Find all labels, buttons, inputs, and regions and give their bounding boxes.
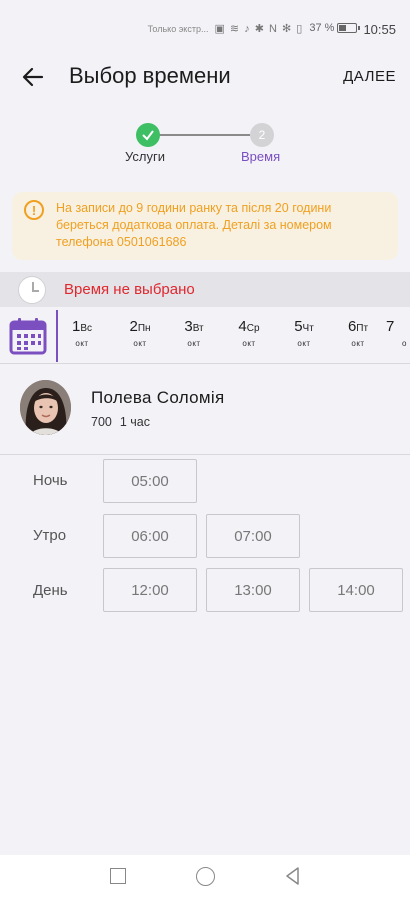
step-1-label: Услуги xyxy=(125,149,165,164)
date-number: 7 xyxy=(386,318,395,335)
avatar xyxy=(20,380,71,435)
master-price: 700 xyxy=(91,415,112,429)
recent-apps-icon[interactable] xyxy=(110,868,126,884)
time-slot[interactable]: 12:00 xyxy=(103,568,197,612)
time-status-bar: Время не выбрано xyxy=(0,272,410,307)
calendar-icon[interactable] xyxy=(8,316,48,356)
nav-back-icon[interactable] xyxy=(283,866,303,886)
step-2-label: Время xyxy=(241,149,281,164)
slot-group-label-morning: Утро xyxy=(33,527,67,544)
clock-time: 10:55 xyxy=(363,22,396,37)
date-month: окт xyxy=(187,339,201,348)
date-item[interactable]: 2Пн окт xyxy=(116,318,164,348)
step-2-circle: 2 xyxy=(250,123,274,147)
master-meta: 700 1 час xyxy=(91,415,150,429)
time-slot[interactable]: 14:00 xyxy=(309,568,403,612)
date-item[interactable]: 4Ср окт xyxy=(225,318,273,348)
date-month: окт xyxy=(133,339,147,348)
date-weekday: Вт xyxy=(192,323,204,334)
date-month: окт xyxy=(75,339,89,348)
clock-icon xyxy=(18,276,46,304)
date-item[interactable]: 1Вс окт xyxy=(58,318,106,348)
date-item[interactable]: 6Пт окт xyxy=(334,318,382,348)
date-weekday: Пн xyxy=(137,323,151,334)
stepper-line xyxy=(158,134,250,136)
date-strip: 1Вс окт 2Пн окт 3Вт окт 4Ср окт 5Чт окт … xyxy=(0,308,410,364)
carrier-text: Только экстр... xyxy=(147,24,209,34)
date-weekday: Пт xyxy=(356,323,369,334)
home-icon[interactable] xyxy=(196,867,215,886)
surcharge-warning: ! На записи до 9 години ранку та після 2… xyxy=(12,192,398,260)
time-status-text: Время не выбрано xyxy=(64,281,195,298)
warning-icon: ! xyxy=(24,200,44,220)
master-card[interactable]: Полева Соломія 700 1 час xyxy=(0,375,410,447)
status-icons: ▣ ≋ ♪ ✱ N ✻ ▯ xyxy=(214,23,304,35)
date-number: 5 xyxy=(294,318,303,335)
time-slot[interactable]: 07:00 xyxy=(206,514,300,558)
battery-indicator: 37 % xyxy=(309,22,361,34)
date-item[interactable]: 5Чт окт xyxy=(280,318,328,348)
date-month: окт xyxy=(297,339,311,348)
date-month: о xyxy=(402,339,407,348)
date-number: 3 xyxy=(184,318,193,335)
step-1-check-icon xyxy=(136,123,160,147)
slot-group-label-day: День xyxy=(33,582,68,599)
back-arrow-icon[interactable] xyxy=(20,64,46,90)
app-header: Выбор времени ДАЛЕЕ xyxy=(0,58,410,98)
date-weekday: Чт xyxy=(302,323,314,334)
battery-percent: 37 % xyxy=(309,22,335,34)
master-duration: 1 час xyxy=(119,415,150,429)
date-month: окт xyxy=(351,339,365,348)
master-name: Полева Соломія xyxy=(91,388,225,407)
warning-text: На записи до 9 години ранку та після 20 … xyxy=(56,201,332,249)
system-nav-bar xyxy=(0,855,410,900)
status-bar: Только экстр... ▣ ≋ ♪ ✱ N ✻ ▯ 37 % 10:55 xyxy=(0,0,410,58)
battery-icon xyxy=(337,23,361,33)
page-title: Выбор времени xyxy=(69,63,231,88)
date-item[interactable]: 7 о xyxy=(386,318,410,348)
time-slot[interactable]: 13:00 xyxy=(206,568,300,612)
time-slot[interactable]: 06:00 xyxy=(103,514,197,558)
next-button[interactable]: ДАЛЕЕ xyxy=(343,68,396,85)
slot-group-label-night: Ночь xyxy=(33,472,68,489)
date-number: 4 xyxy=(238,318,247,335)
date-weekday: Ср xyxy=(246,323,260,334)
date-weekday: Вс xyxy=(80,323,92,334)
divider xyxy=(0,454,410,455)
date-number: 2 xyxy=(129,318,138,335)
date-item[interactable]: 3Вт окт xyxy=(170,318,218,348)
time-slot[interactable]: 05:00 xyxy=(103,459,197,503)
date-month: окт xyxy=(242,339,256,348)
progress-stepper: 2 Услуги Время xyxy=(0,122,410,172)
